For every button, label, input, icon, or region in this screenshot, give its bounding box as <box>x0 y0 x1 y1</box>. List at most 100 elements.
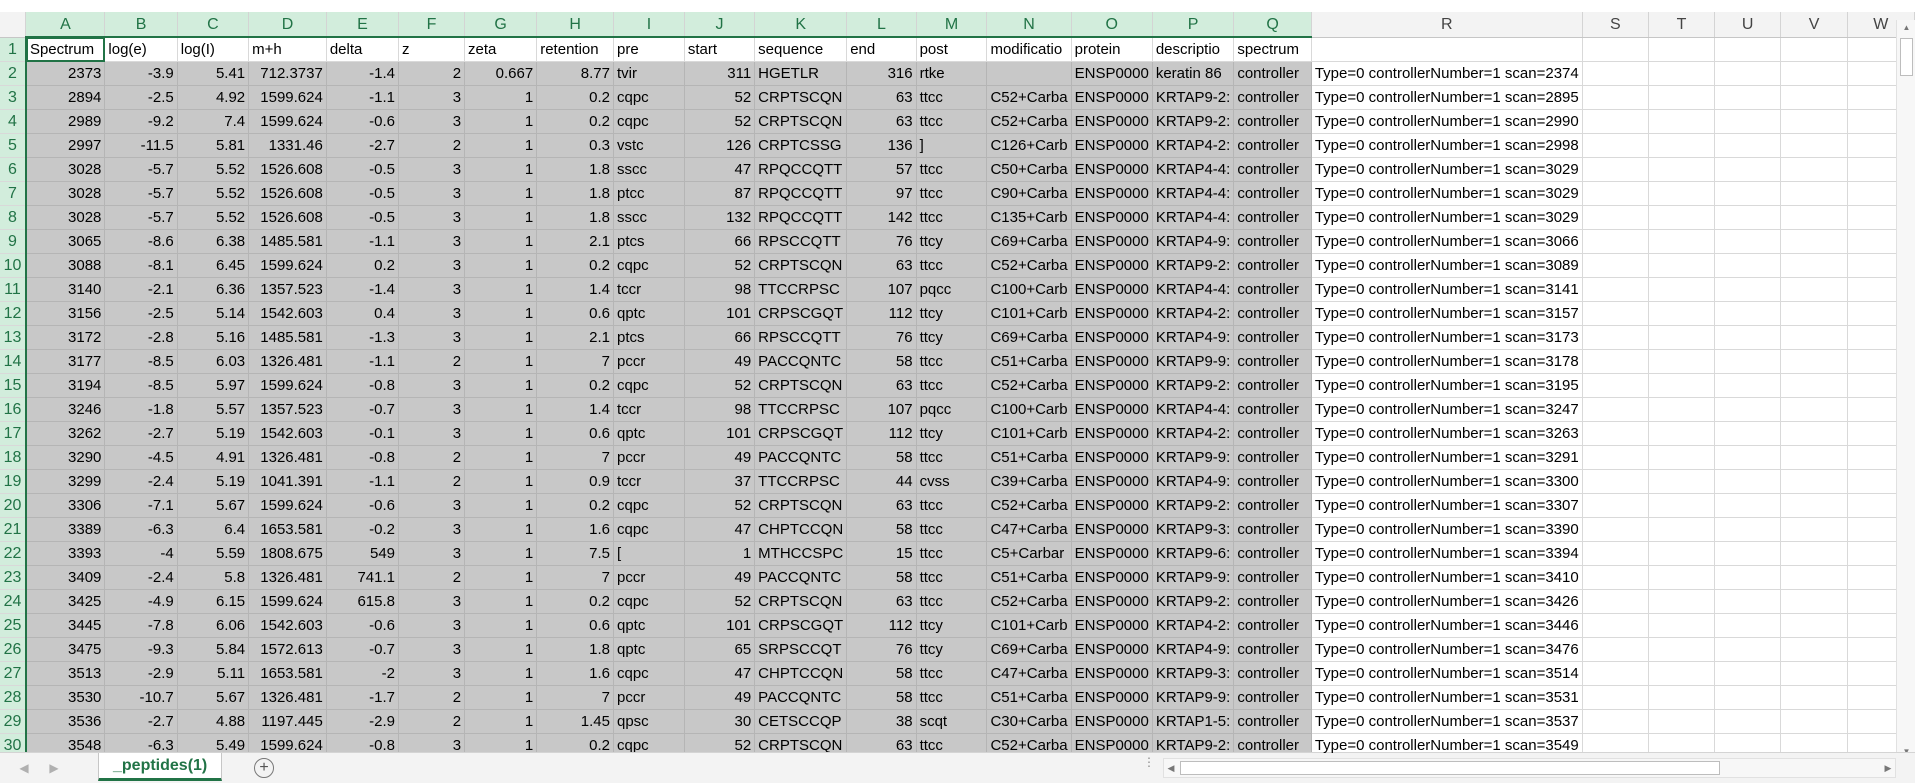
cell[interactable] <box>1582 637 1649 662</box>
cell[interactable]: CRPTSCQN <box>754 109 848 134</box>
cell[interactable] <box>1714 229 1782 254</box>
cell[interactable] <box>1780 277 1848 302</box>
cell[interactable]: RPSCCQTT <box>754 229 848 254</box>
cell[interactable] <box>1714 589 1782 614</box>
cell[interactable]: 3156 <box>25 301 106 326</box>
cell[interactable]: controller <box>1233 709 1312 734</box>
cell[interactable]: 136 <box>846 133 917 158</box>
column-header[interactable]: H <box>536 12 614 38</box>
cell[interactable]: Type=0 controllerNumber=1 scan=3446 <box>1311 613 1583 638</box>
row-number[interactable]: 10 <box>0 253 27 278</box>
cell[interactable]: ttcc <box>916 517 988 542</box>
cell[interactable] <box>1780 565 1848 590</box>
cell[interactable]: 2 <box>398 469 466 494</box>
cell[interactable]: ttcy <box>916 637 988 662</box>
row-number[interactable]: 7 <box>0 181 27 206</box>
cell[interactable]: controller <box>1233 253 1312 278</box>
cell[interactable]: cqpc <box>613 661 685 686</box>
row-number[interactable]: 12 <box>0 301 27 326</box>
cell[interactable]: ttcc <box>916 541 988 566</box>
cell[interactable]: 2 <box>398 565 466 590</box>
cell[interactable]: -5.7 <box>104 205 178 230</box>
cell[interactable] <box>1780 445 1848 470</box>
cell[interactable] <box>1648 373 1716 398</box>
cell[interactable]: -1.3 <box>326 325 400 350</box>
cell[interactable] <box>1714 181 1782 206</box>
cell[interactable]: RPQCCQTT <box>754 205 848 230</box>
cell[interactable]: 1 <box>464 133 538 158</box>
cell[interactable]: ENSP0000 <box>1071 445 1153 470</box>
column-header[interactable]: R <box>1311 12 1583 38</box>
cell[interactable]: -2.1 <box>104 277 178 302</box>
cell[interactable]: 1 <box>464 661 538 686</box>
cell[interactable]: 101 <box>684 421 756 446</box>
cell[interactable]: ENSP0000 <box>1071 709 1153 734</box>
cell[interactable]: 3 <box>398 205 466 230</box>
cell[interactable] <box>1582 325 1649 350</box>
cell[interactable]: MTHCCSPC <box>754 541 848 566</box>
cell[interactable]: ENSP0000 <box>1071 397 1153 422</box>
cell[interactable] <box>1714 133 1782 158</box>
cell[interactable]: Type=0 controllerNumber=1 scan=3514 <box>1311 661 1583 686</box>
cell[interactable]: 0.2 <box>536 85 614 110</box>
cell[interactable]: 1.4 <box>536 397 614 422</box>
cell[interactable]: 3262 <box>25 421 106 446</box>
cell[interactable]: PACCQNTC <box>754 565 848 590</box>
cell[interactable]: -0.5 <box>326 181 400 206</box>
cell[interactable]: C5+Carbar <box>986 541 1072 566</box>
column-header[interactable]: L <box>846 12 917 38</box>
cell[interactable]: 1357.523 <box>248 277 327 302</box>
cell[interactable]: 3 <box>398 397 466 422</box>
cell[interactable]: 3425 <box>25 589 106 614</box>
cell[interactable]: -1.4 <box>326 277 400 302</box>
cell[interactable]: 1808.675 <box>248 541 327 566</box>
cell[interactable]: 3 <box>398 85 466 110</box>
cell[interactable]: 98 <box>684 397 756 422</box>
cell[interactable]: C100+Carb <box>986 277 1072 302</box>
cell[interactable]: cqpc <box>613 253 685 278</box>
cell[interactable]: C52+Carba <box>986 85 1072 110</box>
cell[interactable]: 741.1 <box>326 565 400 590</box>
cell[interactable]: cqpc <box>613 85 685 110</box>
cell[interactable] <box>1780 157 1848 182</box>
cell[interactable]: 76 <box>846 637 917 662</box>
cell[interactable]: 3 <box>398 589 466 614</box>
cell[interactable]: 1331.46 <box>248 133 327 158</box>
cell[interactable]: 47 <box>684 517 756 542</box>
cell[interactable]: Type=0 controllerNumber=1 scan=2895 <box>1311 85 1583 110</box>
column-header[interactable]: V <box>1780 12 1848 38</box>
cell[interactable]: -2.9 <box>326 709 400 734</box>
cell[interactable] <box>1648 349 1716 374</box>
header-cell[interactable]: Spectrum <box>25 37 106 62</box>
cell[interactable]: 0.6 <box>536 613 614 638</box>
cell[interactable] <box>1648 277 1716 302</box>
cell[interactable]: C52+Carba <box>986 373 1072 398</box>
cell[interactable] <box>1714 325 1782 350</box>
cell[interactable]: CRPTCSSG <box>754 133 848 158</box>
row-number[interactable]: 2 <box>0 61 27 86</box>
cell[interactable]: 1599.624 <box>248 373 327 398</box>
cell[interactable]: 0.3 <box>536 133 614 158</box>
cell[interactable]: 3 <box>398 301 466 326</box>
cell[interactable]: 2 <box>398 445 466 470</box>
cell[interactable]: C30+Carba <box>986 709 1072 734</box>
cell[interactable]: 1 <box>464 109 538 134</box>
cell[interactable] <box>1648 421 1716 446</box>
cell[interactable]: C47+Carba <box>986 661 1072 686</box>
cell[interactable]: 7.4 <box>177 109 250 134</box>
cell[interactable]: 3065 <box>25 229 106 254</box>
cell[interactable]: ENSP0000 <box>1071 613 1153 638</box>
cell[interactable]: 3 <box>398 181 466 206</box>
cell[interactable]: 1599.624 <box>248 589 327 614</box>
cell[interactable]: 1 <box>464 277 538 302</box>
cell[interactable]: 1599.624 <box>248 109 327 134</box>
cell[interactable]: Type=0 controllerNumber=1 scan=3307 <box>1311 493 1583 518</box>
cell[interactable] <box>1780 301 1848 326</box>
cell[interactable]: Type=0 controllerNumber=1 scan=3426 <box>1311 589 1583 614</box>
cell[interactable]: Type=0 controllerNumber=1 scan=3410 <box>1311 565 1583 590</box>
cell[interactable]: Type=0 controllerNumber=1 scan=3263 <box>1311 421 1583 446</box>
cell[interactable]: C135+Carb <box>986 205 1072 230</box>
row-number[interactable]: 27 <box>0 661 27 686</box>
cell[interactable]: 3299 <box>25 469 106 494</box>
cell[interactable]: cqpc <box>613 373 685 398</box>
